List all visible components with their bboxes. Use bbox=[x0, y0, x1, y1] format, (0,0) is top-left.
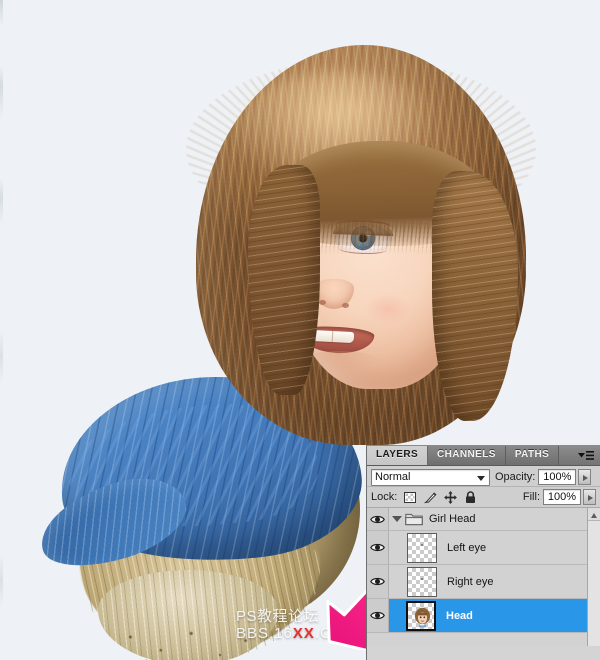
layer-thumbnail-head[interactable] bbox=[406, 600, 436, 631]
visibility-toggle-head[interactable] bbox=[367, 599, 389, 632]
hair-lock-left-texture bbox=[248, 165, 320, 395]
hair-lock-left bbox=[248, 165, 320, 395]
lock-all-icon[interactable] bbox=[463, 490, 478, 505]
fill-slider-arrow[interactable] bbox=[583, 489, 596, 505]
layer-name-right-eye: Right eye bbox=[447, 575, 494, 588]
layers-panel[interactable]: LAYERS CHANNELS PATHS Normal Opacity: 10… bbox=[366, 445, 600, 660]
hair-lock-right bbox=[432, 171, 518, 421]
visibility-toggle-left-eye[interactable] bbox=[367, 531, 389, 564]
fill-input[interactable]: 100% bbox=[543, 489, 581, 505]
blend-mode-row: Normal Opacity: 100% bbox=[367, 466, 600, 487]
panel-tab-strip: LAYERS CHANNELS PATHS bbox=[367, 446, 600, 466]
eye-icon bbox=[370, 543, 385, 552]
thumbnail-content-dot bbox=[421, 543, 423, 546]
layer-row-left-eye[interactable]: Left eye bbox=[367, 531, 600, 565]
hair-lock-right-texture bbox=[432, 171, 518, 421]
folder-icon bbox=[405, 513, 423, 526]
girl-head-photo bbox=[186, 45, 536, 465]
lock-transparent-pixels-icon[interactable] bbox=[403, 490, 418, 505]
scroll-up-arrow[interactable] bbox=[588, 508, 600, 521]
opacity-slider-arrow[interactable] bbox=[578, 469, 592, 485]
panel-menu-icon[interactable] bbox=[577, 449, 595, 463]
group-disclosure-triangle[interactable] bbox=[389, 516, 405, 522]
chevron-down-icon bbox=[477, 475, 485, 481]
tab-channels[interactable]: CHANNELS bbox=[428, 446, 506, 465]
canvas-left-edge-seam bbox=[0, 0, 3, 660]
layers-list: Girl Head Left eye Right eye Head bbox=[367, 508, 600, 646]
eye-icon bbox=[370, 515, 385, 523]
layer-row-right-eye[interactable]: Right eye bbox=[367, 565, 600, 599]
visibility-toggle-girl-head[interactable] bbox=[367, 508, 389, 530]
layer-row-head[interactable]: Head bbox=[367, 599, 600, 633]
eye-icon bbox=[370, 611, 385, 620]
opacity-label: Opacity: bbox=[495, 471, 536, 483]
cheek-right bbox=[364, 293, 412, 325]
layer-thumbnail-right-eye[interactable] bbox=[407, 566, 437, 597]
lock-position-icon[interactable] bbox=[443, 490, 458, 505]
blend-mode-select[interactable]: Normal bbox=[371, 468, 490, 486]
chevron-down-icon bbox=[392, 516, 402, 522]
opacity-input[interactable]: 100% bbox=[538, 469, 577, 485]
layer-row-girl-head[interactable]: Girl Head bbox=[367, 508, 600, 531]
tab-layers[interactable]: LAYERS bbox=[367, 446, 429, 465]
lock-image-pixels-icon[interactable] bbox=[423, 490, 438, 505]
nostril-left bbox=[319, 300, 326, 305]
fill-label: Fill: bbox=[522, 491, 540, 503]
lock-label: Lock: bbox=[371, 491, 398, 503]
eye-icon bbox=[370, 577, 385, 586]
visibility-toggle-right-eye[interactable] bbox=[367, 565, 389, 598]
layer-thumbnail-left-eye[interactable] bbox=[407, 532, 437, 563]
thumbnail-content-dot bbox=[421, 577, 423, 580]
tab-paths[interactable]: PATHS bbox=[505, 446, 560, 465]
thumbnail-girl-head-image bbox=[414, 607, 431, 627]
blend-mode-value: Normal bbox=[375, 470, 411, 483]
layers-scrollbar[interactable] bbox=[587, 508, 600, 646]
layer-name-head: Head bbox=[446, 609, 473, 622]
lock-row: Lock: Fill: 100% bbox=[367, 487, 600, 508]
layer-name-left-eye: Left eye bbox=[447, 541, 487, 554]
layer-name-girl-head: Girl Head bbox=[429, 513, 476, 525]
nostril-right bbox=[342, 303, 349, 308]
